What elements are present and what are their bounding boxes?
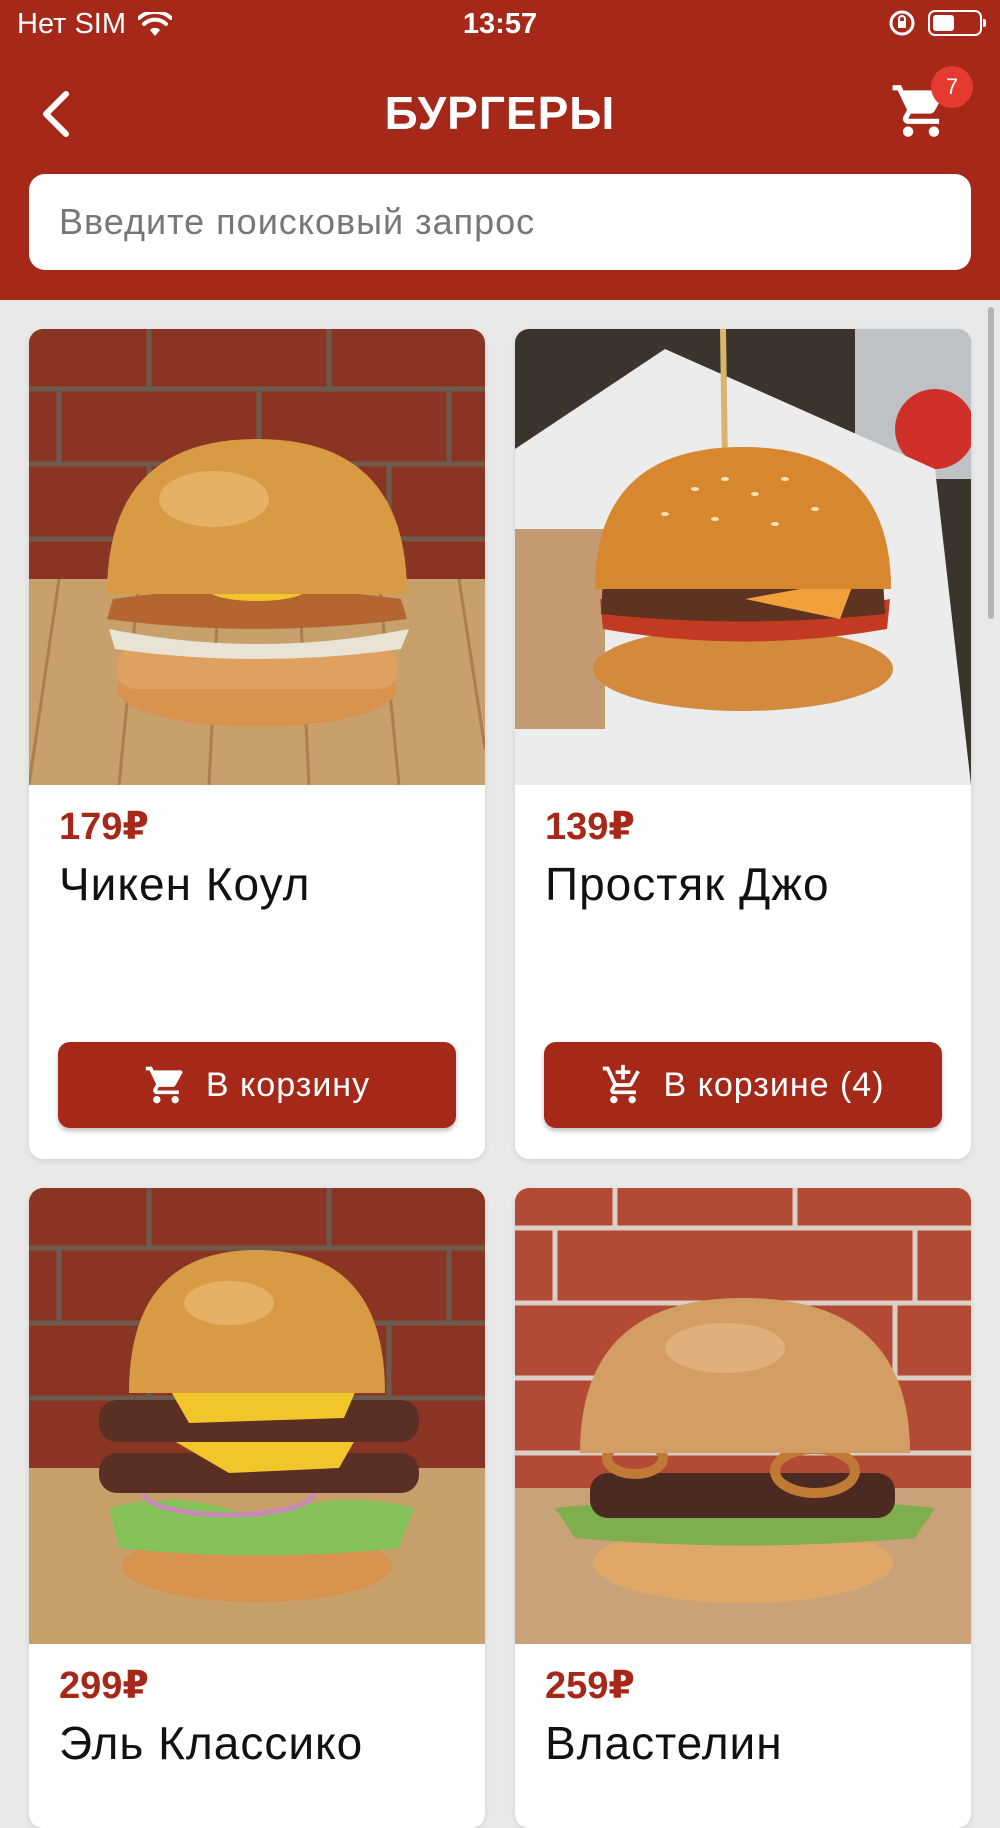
product-card[interactable]: 179₽ Чикен Коул В корзину: [29, 329, 485, 1159]
cart-icon: [145, 1066, 183, 1104]
product-name: Эль Классико: [59, 1717, 364, 1769]
orientation-lock-icon: [889, 10, 915, 36]
product-photo: [515, 329, 971, 785]
product-photo: [515, 1188, 971, 1644]
product-name: Простяк Джо: [545, 858, 830, 910]
add-to-cart-button[interactable]: В корзину: [58, 1042, 456, 1128]
product-name: Чикен Коул: [59, 858, 311, 910]
product-photo: [29, 329, 485, 785]
scroll-indicator[interactable]: [988, 307, 994, 619]
product-card[interactable]: 139₽ Простяк Джо В корзине (4): [515, 329, 971, 1159]
cart-plus-icon: [603, 1064, 641, 1104]
product-price: 259₽: [545, 1665, 635, 1707]
product-card[interactable]: 299₽ Эль Классико: [29, 1188, 485, 1828]
product-photo: [29, 1188, 485, 1644]
product-name: Властелин: [545, 1717, 783, 1769]
in-cart-label: В корзине (4): [663, 1065, 885, 1104]
add-to-cart-label: В корзину: [205, 1065, 371, 1104]
product-card[interactable]: 259₽ Властелин: [515, 1188, 971, 1828]
nav-bar: БУРГЕРЫ: [0, 62, 1000, 162]
search-input[interactable]: [29, 174, 971, 270]
product-price: 179₽: [59, 806, 149, 848]
status-time: 13:57: [462, 8, 538, 40]
cart-count-badge: 7: [931, 66, 973, 108]
battery-icon: [928, 10, 986, 36]
product-price: 299₽: [59, 1665, 149, 1707]
status-bar: Нет SIM 13:57: [0, 0, 1000, 50]
product-price: 139₽: [545, 806, 635, 848]
status-icons: [888, 9, 986, 37]
page-title: БУРГЕРЫ: [384, 87, 616, 139]
in-cart-button[interactable]: В корзине (4): [544, 1042, 942, 1128]
